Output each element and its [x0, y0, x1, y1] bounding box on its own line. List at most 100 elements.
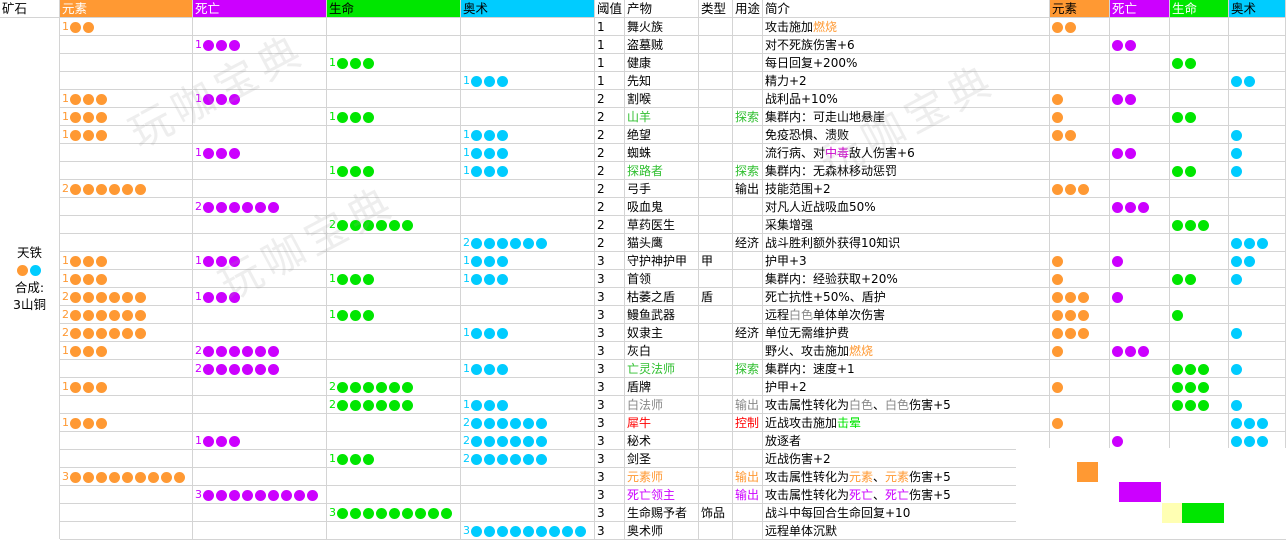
- elem-dot-icon: [122, 183, 133, 195]
- elem-dot-icon: [174, 471, 185, 483]
- cost-dots: [1112, 90, 1169, 107]
- req-level: 3: [62, 470, 69, 483]
- req-level: 1: [195, 146, 202, 159]
- elem-dot-icon: [1078, 327, 1089, 339]
- cost-death-cell: [1110, 414, 1170, 432]
- cost-life-cell: [1170, 54, 1229, 72]
- cost-arcane-cell: [1229, 90, 1286, 108]
- elem-dot-icon: [70, 291, 81, 303]
- arcane-dot-icon: [471, 255, 482, 267]
- cost-death-cell: [1110, 252, 1170, 270]
- req-dots: 1: [463, 144, 594, 161]
- cost-arcane-cell: [1229, 72, 1286, 90]
- product-cell: 弓手: [625, 180, 699, 198]
- cost-death-cell: [1110, 198, 1170, 216]
- type-cell: [699, 216, 733, 234]
- req-death-cell: 1: [193, 288, 327, 306]
- elem-dot-icon: [96, 183, 107, 195]
- arcane-dot-icon: [549, 525, 560, 537]
- threshold-cell: 3: [595, 468, 625, 486]
- cost-dots: [1112, 36, 1169, 53]
- req-dots: 1: [463, 270, 594, 287]
- intro-cell: 集群内：可走山地悬崖: [763, 108, 1050, 126]
- cost-elem-cell: [1050, 360, 1110, 378]
- cost-dots: [1052, 270, 1109, 287]
- req-life-cell: 1: [327, 108, 461, 126]
- req-elem-cell: [60, 522, 193, 540]
- death-dot-icon: [268, 363, 279, 375]
- req-arcane-cell: 1: [461, 144, 595, 162]
- life-dot-icon: [363, 309, 374, 321]
- life-dot-icon: [337, 453, 348, 465]
- arcane-dot-icon: [1231, 273, 1242, 285]
- cost-death-cell: [1110, 54, 1170, 72]
- elem-dot-icon: [1052, 381, 1063, 393]
- elem-dot-icon: [83, 417, 94, 429]
- req-life-cell: 1: [327, 162, 461, 180]
- intro-text: 免疫恐惧、溃败: [765, 128, 850, 142]
- color-swatch-life: [1182, 503, 1224, 523]
- life-dot-icon: [1198, 363, 1209, 375]
- life-dot-icon: [389, 507, 400, 519]
- color-swatch-pale: [1162, 503, 1182, 523]
- req-level: 1: [62, 380, 69, 393]
- ore-synth-label: 合成:: [14, 280, 45, 295]
- product-cell: 剑圣: [625, 450, 699, 468]
- intro-text: 对凡人近战吸血50%: [765, 200, 876, 214]
- death-dot-icon: [203, 39, 214, 51]
- cost-death-cell: [1110, 234, 1170, 252]
- req-elem-cell: [60, 504, 193, 522]
- arcane-dot-icon: [484, 327, 495, 339]
- type-cell: [699, 378, 733, 396]
- req-death-cell: [193, 18, 327, 36]
- req-arcane-cell: [461, 180, 595, 198]
- arcane-dot-icon: [484, 237, 495, 249]
- req-elem-cell: 2: [60, 306, 193, 324]
- elem-dot-icon: [96, 345, 107, 357]
- life-dot-icon: [441, 507, 452, 519]
- req-level: 1: [62, 20, 69, 33]
- threshold-cell: 3: [595, 504, 625, 522]
- life-dot-icon: [376, 381, 387, 393]
- product-cell: 盗墓贼: [625, 36, 699, 54]
- cost-dots: [1112, 342, 1169, 359]
- cost-arcane-cell: [1229, 396, 1286, 414]
- req-arcane-cell: 2: [461, 432, 595, 450]
- cost-elem-cell: [1050, 90, 1110, 108]
- life-dot-icon: [1172, 309, 1183, 321]
- death-dot-icon: [229, 363, 240, 375]
- product-cell: 灰白: [625, 342, 699, 360]
- intro-text: 攻击属性转化为: [765, 488, 850, 502]
- arcane-dot-icon: [497, 129, 508, 141]
- req-life-cell: [327, 360, 461, 378]
- cost-dots: [1052, 18, 1109, 35]
- cost-life-cell: [1170, 234, 1229, 252]
- elem-dot-icon: [1052, 111, 1063, 123]
- intro-text: 放逐者: [765, 434, 802, 448]
- req-elem-cell: 1: [60, 90, 193, 108]
- use-cell: [733, 378, 763, 396]
- cost-dots: [1052, 252, 1109, 269]
- cost-life-cell: [1170, 126, 1229, 144]
- death-dot-icon: [229, 435, 240, 447]
- life-dot-icon: [1198, 399, 1209, 411]
- elem-dot-icon: [135, 327, 146, 339]
- header-c-elem: 元素: [1050, 0, 1110, 18]
- req-dots: 1: [62, 414, 192, 431]
- threshold-cell: 2: [595, 198, 625, 216]
- cost-elem-cell: [1050, 18, 1110, 36]
- elem-dot-icon: [83, 381, 94, 393]
- req-dots: 2: [329, 396, 460, 413]
- intro-cell: 近战伤害+2: [763, 450, 1050, 468]
- req-life-cell: [327, 36, 461, 54]
- cost-elem-cell: [1050, 144, 1110, 162]
- req-level: 2: [195, 344, 202, 357]
- elem-dot-icon: [135, 183, 146, 195]
- intro-text: 流行病、对: [765, 146, 826, 160]
- req-elem-cell: [60, 144, 193, 162]
- life-dot-icon: [363, 57, 374, 69]
- use-cell: [733, 432, 763, 450]
- cost-arcane-cell: [1229, 18, 1286, 36]
- elem-dot-icon: [135, 471, 146, 483]
- arcane-dot-icon: [1244, 75, 1255, 87]
